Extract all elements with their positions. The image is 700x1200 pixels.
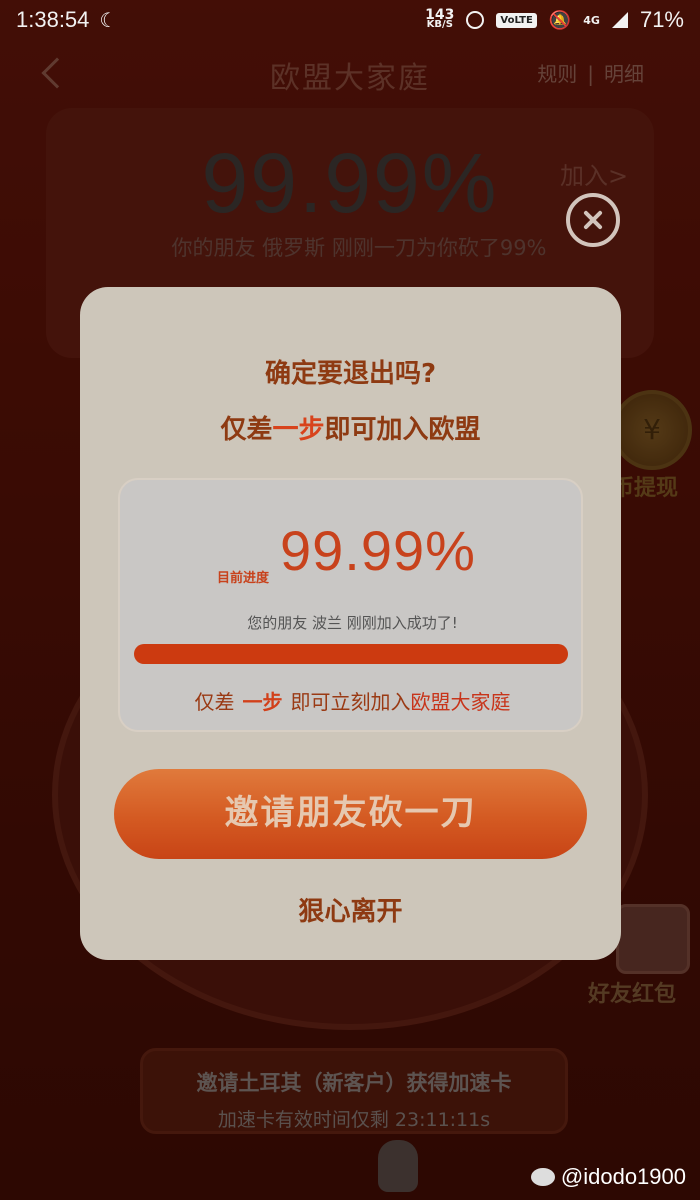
watermark: @idodo1900: [530, 1164, 686, 1190]
mute-icon: 🔕: [548, 9, 572, 31]
exit-confirm-dialog: 确定要退出吗? 仅差一步即可加入欧盟 目前进度 99.99% 您的朋友 波兰 刚…: [80, 287, 621, 960]
close-icon[interactable]: [566, 193, 620, 247]
dialog-question: 确定要退出吗?: [264, 359, 437, 389]
progress-value: 99.99%: [280, 519, 476, 582]
status-time: 1:38:54: [16, 7, 90, 32]
net-speed: 143 KB/S: [425, 8, 454, 30]
net-speed-unit: KB/S: [426, 19, 453, 30]
leave-button[interactable]: 狠心离开: [80, 891, 621, 928]
friend-joined-note: 您的朋友 波兰 刚刚加入成功了!: [247, 614, 458, 632]
battery-level: 71%: [639, 7, 684, 32]
alarm-icon: [466, 11, 485, 29]
progress-card: 目前进度 99.99% 您的朋友 波兰 刚刚加入成功了! 仅差 一步 即可立刻加入欧…: [118, 478, 583, 732]
invite-friend-button[interactable]: 邀请朋友砍一刀: [114, 769, 587, 859]
network-type: 4G: [583, 13, 600, 27]
volte-badge: VoLTE: [496, 12, 537, 28]
weibo-icon: [530, 1168, 555, 1186]
subtitle-prefix: 仅差: [220, 415, 273, 445]
hint-red: 欧盟大家庭: [410, 690, 511, 714]
moon-icon: ☾: [99, 8, 118, 32]
hint-strong: 一步: [242, 690, 283, 714]
status-bar: 1:38:54 ☾ 143 KB/S VoLTE 🔕 4G 71%: [0, 0, 700, 40]
signal-icon: [611, 12, 628, 28]
watermark-text: @idodo1900: [560, 1164, 686, 1189]
subtitle-highlight: 一步: [272, 415, 325, 445]
hint-prefix: 仅差: [194, 690, 235, 714]
hint-mid: 即可立刻加入: [290, 690, 411, 714]
progress-hint: 仅差 一步 即可立刻加入欧盟大家庭: [120, 686, 585, 715]
status-icons: 143 KB/S VoLTE 🔕 4G 71%: [425, 7, 684, 33]
progress-bar: [134, 644, 568, 664]
dialog-subtitle: 仅差一步即可加入欧盟: [80, 409, 621, 446]
progress-label: 目前进度: [217, 571, 270, 586]
subtitle-suffix: 即可加入欧盟: [324, 415, 481, 445]
progress-bar-fill: [134, 644, 568, 664]
